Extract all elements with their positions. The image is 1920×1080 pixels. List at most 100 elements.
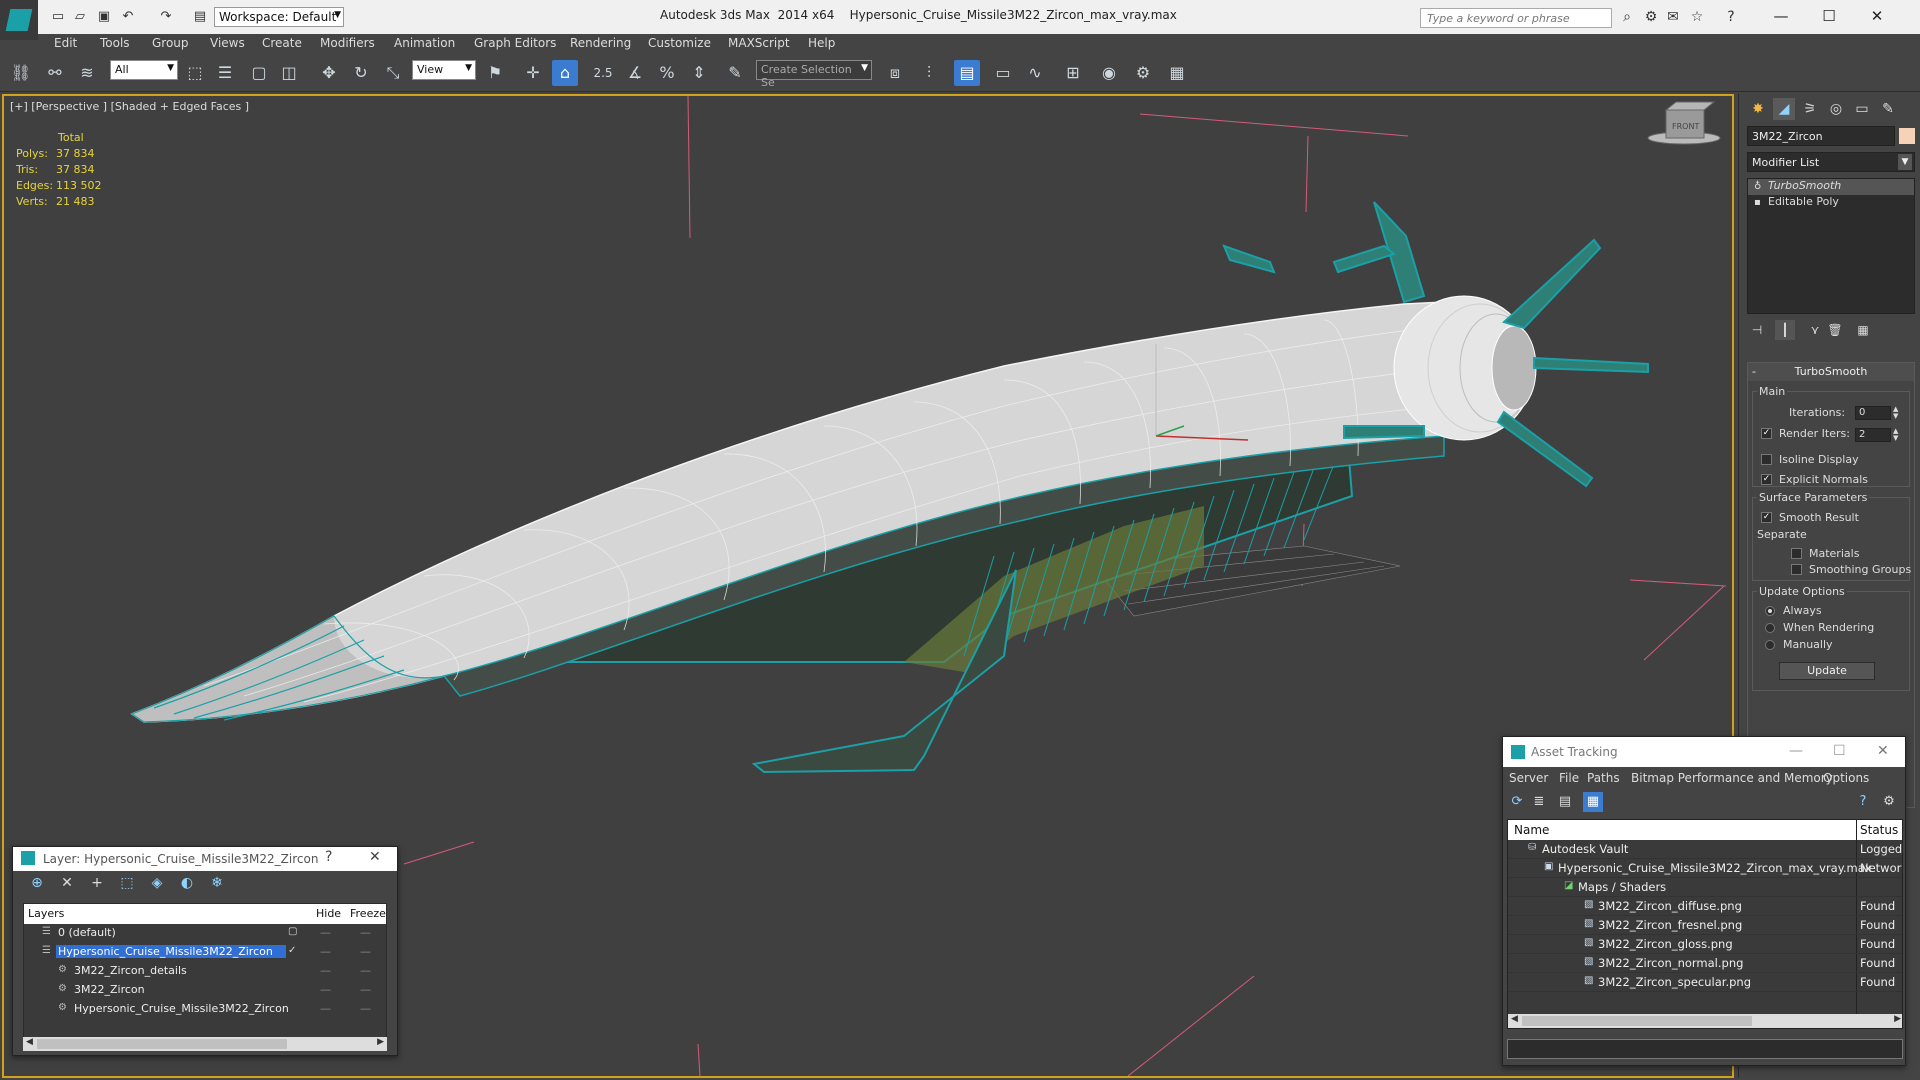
binoculars-icon[interactable]: ⌕: [1618, 8, 1636, 26]
reference-coordinate-dropdown[interactable]: View ▼: [412, 60, 476, 80]
hide-toggle[interactable]: —: [320, 945, 331, 958]
menu-rendering[interactable]: Rendering: [570, 36, 631, 50]
menu-graph-editors[interactable]: Graph Editors: [474, 36, 556, 50]
create-layer-icon[interactable]: ⊕: [27, 875, 47, 893]
close-icon[interactable]: ✕: [1877, 743, 1889, 759]
asset-row[interactable]: ▧ 3M22_Zircon_fresnel.png Found: [1508, 916, 1902, 935]
asset-row[interactable]: ▣ Hypersonic_Cruise_Missile3M22_Zircon_m…: [1508, 859, 1902, 878]
menu-modifiers[interactable]: Modifiers: [320, 36, 375, 50]
column-header-freeze[interactable]: Freeze: [350, 907, 386, 920]
scroll-left-icon[interactable]: ◀: [26, 1037, 33, 1047]
update-when-rendering-radio[interactable]: [1765, 623, 1775, 633]
window-crossing-icon[interactable]: ◫: [276, 60, 302, 86]
new-file-icon[interactable]: ▭: [50, 9, 66, 25]
layer-row[interactable]: ☰ 0 (default) ▢ — —: [24, 924, 386, 943]
select-objects-in-layer-icon[interactable]: ⬚: [117, 875, 137, 893]
help-icon[interactable]: ?: [1853, 792, 1873, 812]
search-input[interactable]: Type a keyword or phrase: [1420, 8, 1612, 28]
layer-row[interactable]: ☰ Hypersonic_Cruise_Missile3M22_Zircon ✓…: [24, 943, 386, 962]
object-color-swatch[interactable]: [1899, 128, 1915, 144]
lightbulb-icon[interactable]: ♁: [1754, 181, 1761, 192]
asset-row[interactable]: ⛁ Autodesk Vault Logged: [1508, 840, 1902, 859]
scroll-right-icon[interactable]: ▶: [377, 1037, 384, 1047]
update-manually-radio[interactable]: [1765, 640, 1775, 650]
asset-row[interactable]: ▧ 3M22_Zircon_gloss.png Found: [1508, 935, 1902, 954]
horizontal-scrollbar[interactable]: ◀ ▶: [23, 1037, 387, 1051]
column-header-status[interactable]: Status: [1860, 823, 1898, 837]
horizontal-scrollbar[interactable]: ◀ ▶: [1508, 1014, 1902, 1028]
maximize-button[interactable]: ☐: [1806, 0, 1852, 32]
column-header-name[interactable]: Name: [1514, 823, 1549, 837]
angle-snap-icon[interactable]: ∡: [622, 60, 648, 86]
table-view-icon[interactable]: ▦: [1583, 792, 1603, 812]
keyboard-shortcut-override-icon[interactable]: ⌂: [552, 60, 578, 86]
explicit-normals-checkbox[interactable]: ✓: [1761, 474, 1772, 485]
stack-item-editable-poly[interactable]: ▪ Editable Poly: [1748, 195, 1914, 211]
app-logo-button[interactable]: [0, 0, 38, 40]
graphite-ribbon-icon[interactable]: ▭: [990, 60, 1016, 86]
hide-toggle[interactable]: —: [320, 964, 331, 977]
list-view-icon[interactable]: ≣: [1529, 792, 1549, 812]
render-iters-input[interactable]: 2: [1855, 428, 1891, 442]
rollout-header[interactable]: - TurboSmooth: [1748, 363, 1914, 381]
stack-item-turbosmooth[interactable]: ♁ TurboSmooth: [1748, 179, 1914, 195]
asset-row[interactable]: ▧ 3M22_Zircon_specular.png Found: [1508, 973, 1902, 992]
link-icon[interactable]: ⛓: [8, 60, 34, 86]
refresh-icon[interactable]: ⟳: [1507, 792, 1527, 812]
expand-icon[interactable]: ▪: [1754, 197, 1761, 208]
hide-toggle[interactable]: —: [320, 983, 331, 996]
scrollbar-thumb[interactable]: [1522, 1016, 1752, 1026]
smooth-result-checkbox[interactable]: ✓: [1761, 512, 1772, 523]
make-unique-icon[interactable]: ⋎: [1805, 320, 1825, 340]
menu-views[interactable]: Views: [210, 36, 245, 50]
isoline-display-checkbox[interactable]: [1761, 454, 1772, 465]
align-icon[interactable]: ⫶: [916, 60, 942, 86]
column-header-layers[interactable]: Layers: [28, 907, 64, 920]
highlight-selected-layer-icon[interactable]: ◈: [147, 875, 167, 893]
hide-toggle[interactable]: —: [320, 926, 331, 939]
freeze-toggle[interactable]: —: [360, 964, 371, 977]
scroll-right-icon[interactable]: ▶: [1894, 1014, 1901, 1024]
pivot-center-icon[interactable]: ⚑: [482, 60, 508, 86]
render-iters-checkbox[interactable]: ✓: [1761, 428, 1772, 439]
object-name-input[interactable]: 3M22_Zircon: [1747, 126, 1895, 146]
update-button[interactable]: Update: [1779, 662, 1875, 680]
schematic-view-icon[interactable]: ⊞: [1060, 60, 1086, 86]
menu-help[interactable]: Help: [808, 36, 835, 50]
help-button[interactable]: ?: [325, 849, 332, 865]
maximize-icon[interactable]: ☐: [1833, 743, 1846, 759]
named-selection-dropdown[interactable]: Create Selection Se ▼: [756, 60, 872, 89]
minimize-button[interactable]: —: [1758, 0, 1804, 32]
freeze-toggle[interactable]: —: [360, 926, 371, 939]
close-button[interactable]: ✕: [1854, 0, 1900, 32]
open-file-icon[interactable]: ▱: [72, 9, 88, 25]
selection-filter-dropdown[interactable]: All ▼: [110, 60, 178, 80]
delete-layer-icon[interactable]: ✕: [57, 875, 77, 893]
hide-toggle[interactable]: —: [320, 1002, 331, 1015]
snap-toggle-icon[interactable]: 2.5: [590, 60, 616, 86]
current-layer-icon[interactable]: ▢: [288, 926, 297, 937]
edit-named-selection-icon[interactable]: ✎: [722, 60, 748, 86]
update-always-radio[interactable]: [1765, 606, 1775, 616]
materials-checkbox[interactable]: [1791, 548, 1802, 559]
unlink-icon[interactable]: ⚯: [42, 60, 68, 86]
select-by-name-icon[interactable]: ☰: [212, 60, 238, 86]
spinner-snap-icon[interactable]: ⇕: [686, 60, 712, 86]
menu-edit[interactable]: Edit: [54, 36, 77, 50]
show-end-result-icon[interactable]: ┃: [1775, 320, 1795, 340]
rectangular-selection-icon[interactable]: ▢: [246, 60, 272, 86]
communication-icon[interactable]: ✉: [1664, 8, 1682, 26]
scrollbar-thumb[interactable]: [37, 1039, 287, 1049]
viewcube[interactable]: FRONT: [1647, 101, 1721, 145]
rotate-icon[interactable]: ↻: [348, 60, 374, 86]
curve-editor-icon[interactable]: ∿: [1022, 60, 1048, 86]
menu-group[interactable]: Group: [152, 36, 189, 50]
select-and-manipulate-icon[interactable]: ✛: [520, 60, 546, 86]
subscription-icon[interactable]: ⚙: [1642, 8, 1660, 26]
vault-settings-icon[interactable]: ⚙: [1879, 792, 1899, 812]
modify-tab-icon[interactable]: ◢: [1773, 98, 1795, 120]
motion-tab-icon[interactable]: ◎: [1825, 98, 1847, 120]
asset-menu-server[interactable]: Server: [1509, 771, 1548, 785]
asset-dialog-title-bar[interactable]: Asset Tracking — ☐ ✕: [1503, 737, 1905, 767]
asset-menu-file[interactable]: File: [1559, 771, 1579, 785]
